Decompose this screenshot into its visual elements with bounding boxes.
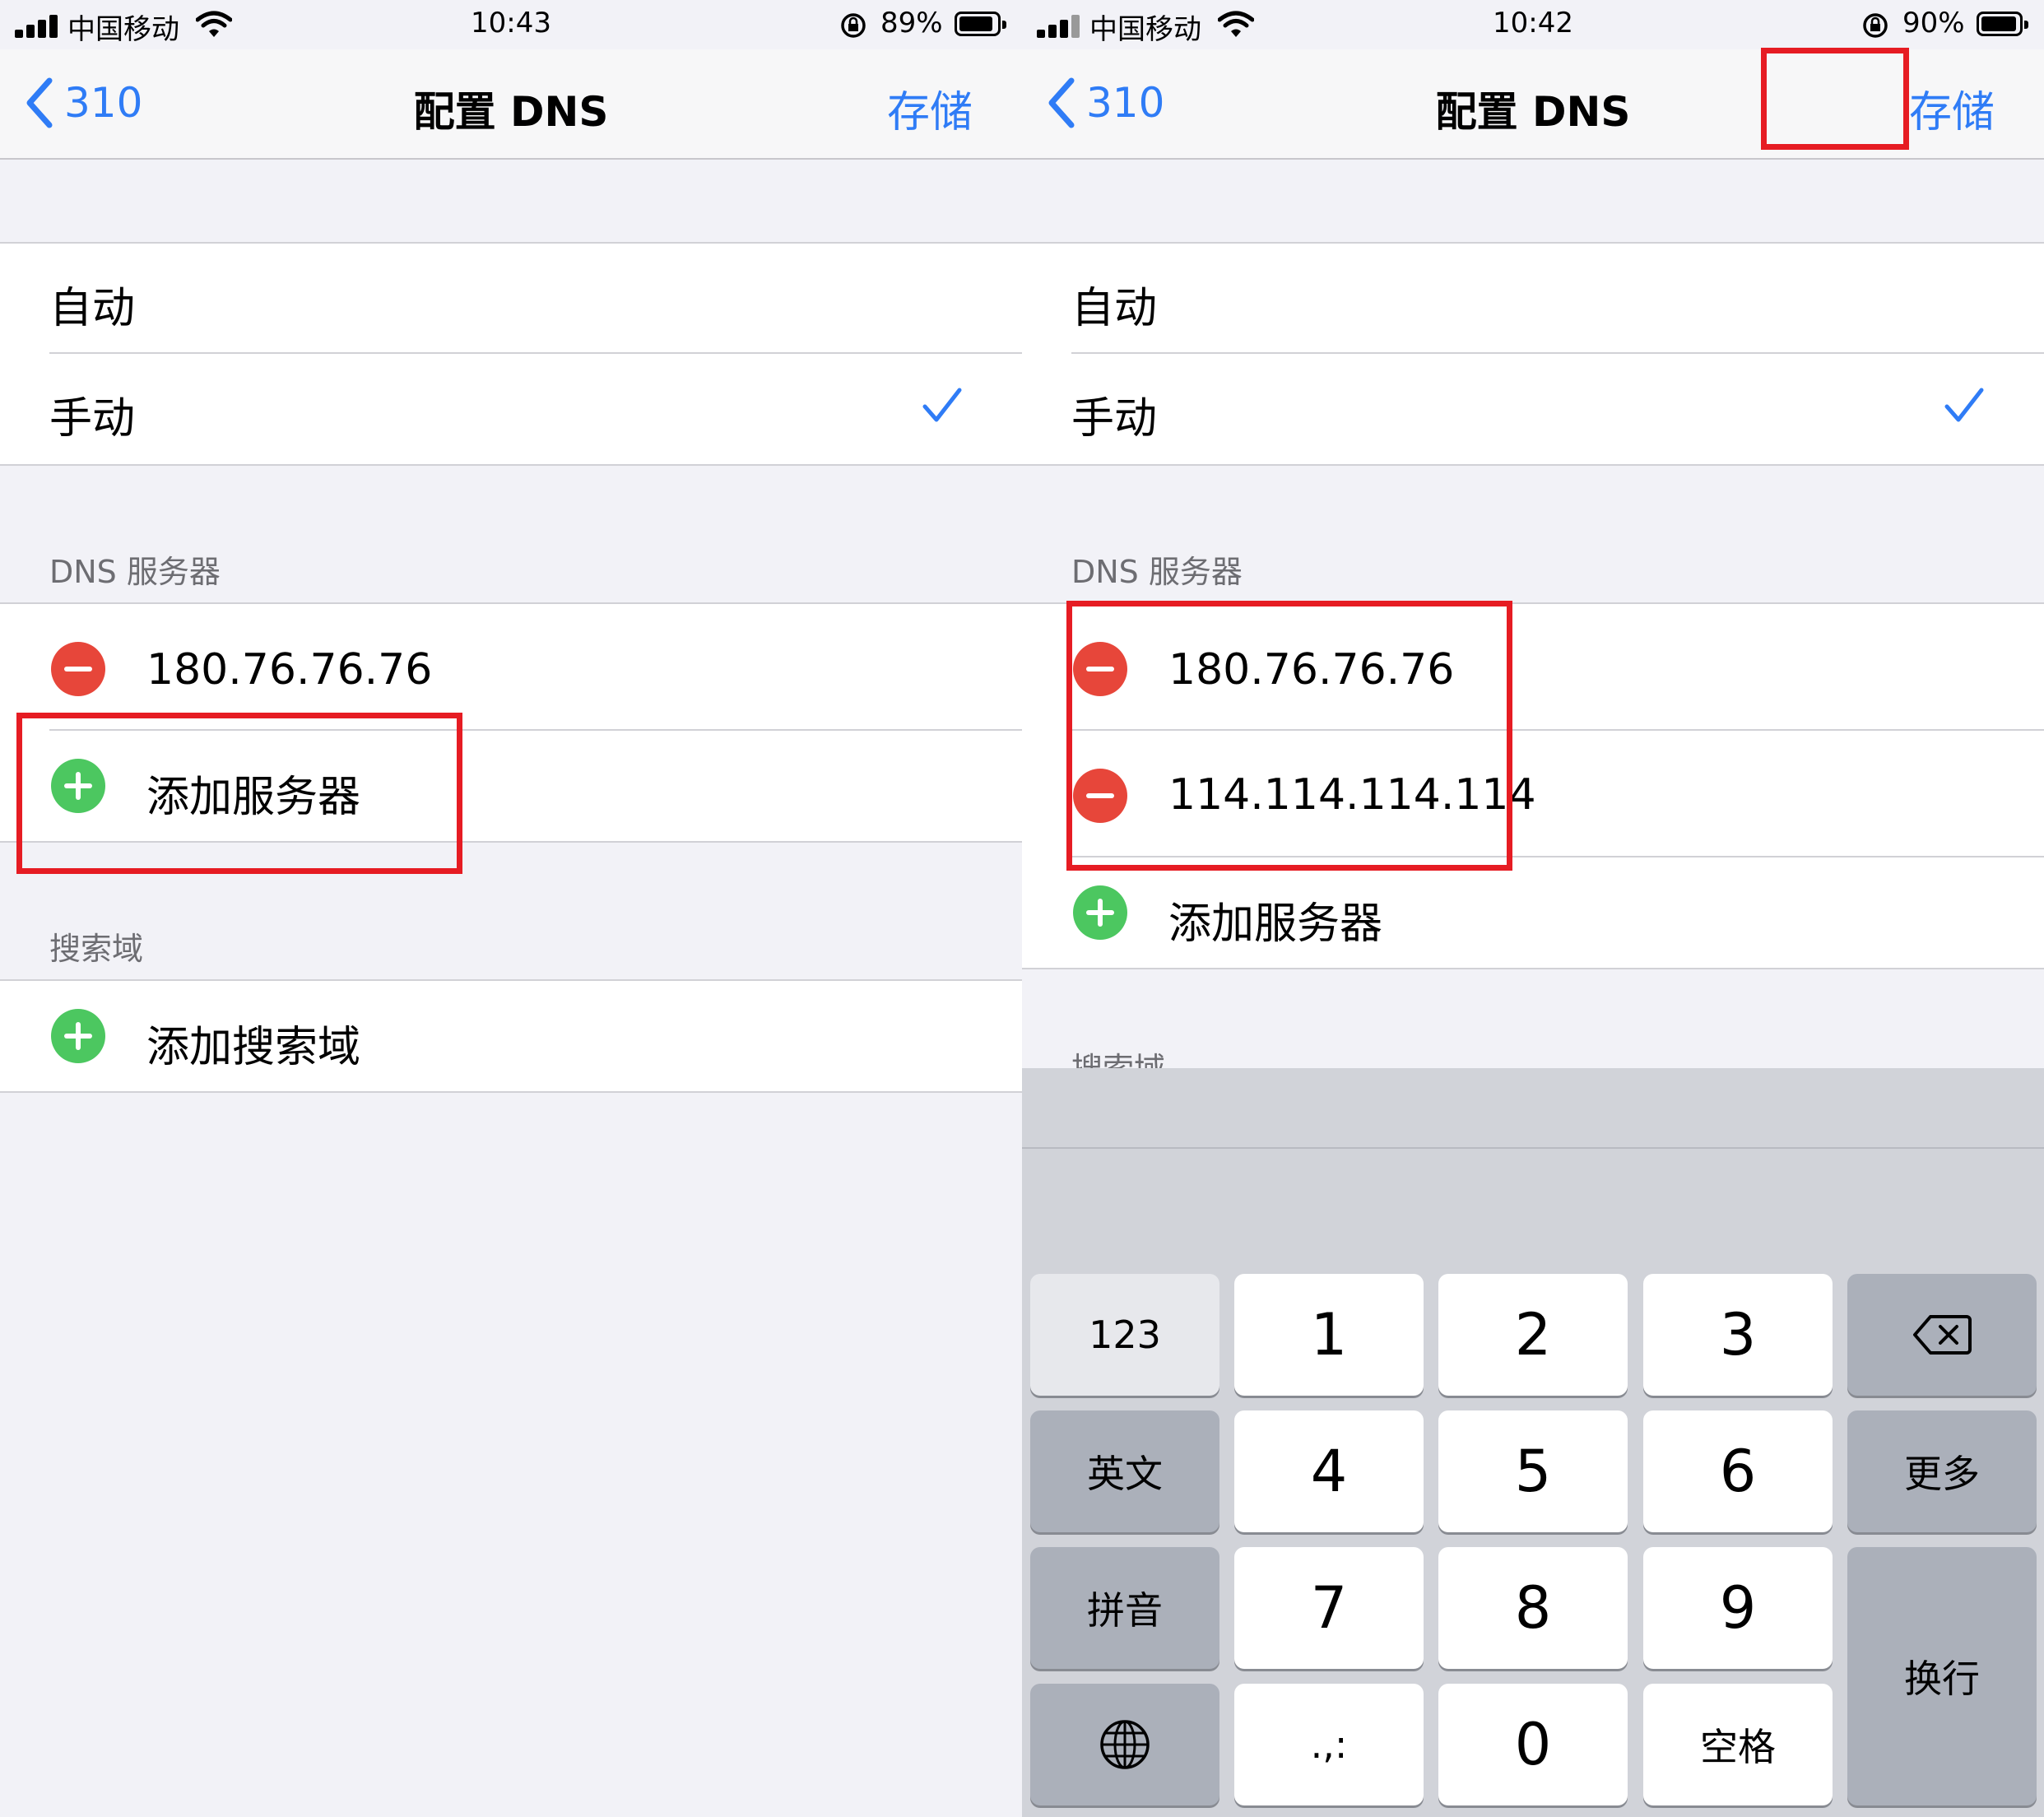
- battery-icon: [955, 12, 1006, 36]
- keyboard-toolbar: [1022, 1068, 2044, 1149]
- highlight-box: [1761, 48, 1909, 150]
- numeric-keyboard: 123 1 2 3 英文 4 5 6 更多 拼音 7 8 9 换行 .,: 0 …: [1022, 1068, 2044, 1817]
- search-section-header: 搜索域: [1071, 1043, 1165, 1068]
- right-screen: 中国移动 10:42 90% 310 配置 DNS 存储 自动 手动 DNS 服…: [1022, 0, 2044, 1817]
- mode-manual-label: 手动: [49, 394, 136, 444]
- dns-server-value[interactable]: 180.76.76.76: [146, 645, 432, 695]
- key-123[interactable]: 123: [1030, 1274, 1219, 1396]
- dns-section-header: DNS 服务器: [49, 554, 221, 590]
- add-search-domain-row[interactable]: 添加搜索域: [0, 981, 1022, 1091]
- mode-auto-label: 自动: [49, 284, 136, 333]
- nav-bar: 310 配置 DNS 存储: [0, 49, 1022, 160]
- key-0[interactable]: 0: [1438, 1684, 1628, 1805]
- save-button[interactable]: 存储: [887, 77, 973, 139]
- status-time: 10:43: [471, 7, 551, 40]
- remove-icon[interactable]: [51, 642, 105, 696]
- space-key[interactable]: 空格: [1643, 1684, 1833, 1805]
- add-server-label: 添加服务器: [1168, 899, 1383, 949]
- dns-server-row[interactable]: 180.76.76.76: [0, 604, 1022, 731]
- key-8[interactable]: 8: [1438, 1547, 1628, 1669]
- delete-key[interactable]: [1847, 1274, 2037, 1396]
- checkmark-icon: [922, 388, 962, 422]
- add-server-row[interactable]: 添加服务器: [1022, 857, 2044, 968]
- mode-manual-row[interactable]: 手动: [1022, 354, 2044, 464]
- backspace-icon: [1913, 1315, 1972, 1355]
- status-time: 10:42: [1493, 7, 1573, 40]
- add-icon: [51, 1009, 105, 1063]
- status-bar: 中国移动 10:43 89%: [0, 0, 1022, 49]
- dns-section-header: DNS 服务器: [1071, 554, 1243, 590]
- return-key[interactable]: 换行: [1847, 1547, 2037, 1805]
- search-domain-group: 添加搜索域: [0, 979, 1022, 1093]
- add-icon: [1073, 885, 1127, 940]
- status-bar: 中国移动 10:42 90%: [1022, 0, 2044, 49]
- save-button[interactable]: 存储: [1909, 77, 1995, 139]
- battery-icon: [1977, 12, 2028, 36]
- page-title: 配置 DNS: [413, 88, 609, 136]
- left-screen: 中国移动 10:43 89% 310 配置 DNS 存储 自动 手动 DNS 服…: [0, 0, 1022, 1817]
- key-3[interactable]: 3: [1643, 1274, 1833, 1396]
- add-search-domain-label: 添加搜索域: [146, 1023, 361, 1072]
- battery-percent: 89%: [880, 7, 943, 40]
- key-pinyin[interactable]: 拼音: [1030, 1547, 1219, 1669]
- highlight-box: [16, 713, 462, 874]
- mode-manual-row[interactable]: 手动: [0, 354, 1022, 464]
- key-2[interactable]: 2: [1438, 1274, 1628, 1396]
- key-9[interactable]: 9: [1643, 1547, 1833, 1669]
- search-section-header: 搜索域: [49, 931, 144, 967]
- mode-group: 自动 手动: [0, 242, 1022, 466]
- key-7[interactable]: 7: [1234, 1547, 1424, 1669]
- globe-key[interactable]: [1030, 1684, 1219, 1805]
- checkmark-icon: [1944, 388, 1984, 422]
- key-6[interactable]: 6: [1643, 1410, 1833, 1532]
- globe-icon: [1100, 1720, 1150, 1769]
- orientation-lock-icon: [841, 13, 866, 38]
- key-punctuation[interactable]: .,:: [1234, 1684, 1424, 1805]
- orientation-lock-icon: [1863, 13, 1888, 38]
- highlight-box: [1066, 601, 1512, 871]
- mode-manual-label: 手动: [1071, 394, 1158, 444]
- key-5[interactable]: 5: [1438, 1410, 1628, 1532]
- mode-auto-label: 自动: [1071, 284, 1158, 333]
- mode-auto-row[interactable]: 自动: [1022, 244, 2044, 354]
- key-english[interactable]: 英文: [1030, 1410, 1219, 1532]
- key-1[interactable]: 1: [1234, 1274, 1424, 1396]
- key-more[interactable]: 更多: [1847, 1410, 2037, 1532]
- mode-group: 自动 手动: [1022, 242, 2044, 466]
- mode-auto-row[interactable]: 自动: [0, 244, 1022, 354]
- battery-percent: 90%: [1902, 7, 1965, 40]
- key-4[interactable]: 4: [1234, 1410, 1424, 1532]
